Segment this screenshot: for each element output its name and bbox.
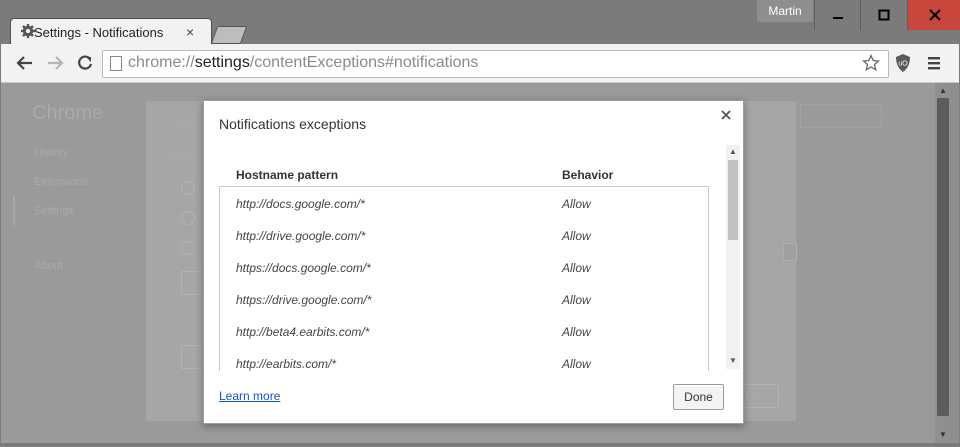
hostname-pattern: http://docs.google.com/*	[236, 197, 365, 211]
behavior-value: Allow	[562, 293, 591, 307]
behavior-value: Allow	[562, 261, 591, 275]
url-scheme: chrome://	[128, 54, 195, 71]
arrow-right-icon[interactable]	[44, 52, 66, 74]
url-host: settings	[194, 54, 250, 71]
minimize-icon	[815, 0, 861, 30]
sidebar-item-history[interactable]: History	[34, 147, 68, 159]
column-header-hostname: Hostname pattern	[236, 168, 339, 182]
behavior-value: Allow	[562, 325, 591, 339]
menu-icon[interactable]	[923, 52, 945, 74]
page-scrollbar-thumb[interactable]	[937, 98, 949, 416]
reload-icon[interactable]	[74, 52, 96, 74]
dialog-scroll-up-icon[interactable]: ▲	[729, 147, 737, 156]
behavior-value: Allow	[562, 197, 591, 211]
dialog-scroll-down-icon[interactable]: ▼	[729, 356, 737, 365]
profile-badge[interactable]: Martin	[757, 0, 813, 22]
close-icon	[908, 0, 960, 30]
dialog-scrollbar-thumb[interactable]	[728, 160, 738, 240]
hostname-pattern: https://docs.google.com/*	[236, 261, 371, 275]
radio-option-3[interactable]	[181, 241, 195, 255]
sidebar-item-about[interactable]: About	[34, 260, 63, 272]
sidebar-selected-indicator	[13, 196, 15, 226]
panel-title: Conte	[163, 116, 201, 132]
arrow-left-icon[interactable]	[14, 52, 36, 74]
table-row[interactable]: http://earbits.com/* Allow	[220, 348, 706, 380]
table-row[interactable]: http://beta4.earbits.com/* Allow	[220, 316, 706, 348]
scroll-down-icon[interactable]: ▼	[939, 430, 947, 439]
sidebar-title: Chrome	[32, 102, 104, 124]
url-text[interactable]: chrome://settings/contentExceptions#noti…	[128, 54, 478, 72]
behavior-value: Allow	[562, 357, 591, 371]
maximize-icon	[861, 0, 907, 30]
section-label: Notific	[163, 148, 200, 163]
table-row[interactable]: http://drive.google.com/* Allow	[220, 220, 706, 252]
scroll-up-icon[interactable]: ▲	[939, 86, 947, 95]
dialog-close-icon[interactable]	[721, 107, 731, 124]
star-icon[interactable]	[860, 52, 882, 74]
close-window-button[interactable]	[907, 0, 960, 30]
column-header-behavior: Behavior	[562, 168, 614, 182]
panel-close-icon[interactable]: ×	[778, 108, 786, 123]
hostname-pattern: https://drive.google.com/*	[236, 293, 372, 307]
background-done-button[interactable]: Done	[742, 384, 779, 408]
sidebar-item-extensions[interactable]: Extensions	[34, 176, 88, 188]
hostname-pattern: http://earbits.com/*	[236, 357, 337, 371]
panel-scroll-thumb[interactable]	[783, 243, 797, 261]
table-row[interactable]: https://docs.google.com/* Allow	[220, 252, 706, 284]
tab-close-icon[interactable]: ×	[186, 24, 194, 40]
behavior-value: Allow	[562, 229, 591, 243]
dialog-title: Notifications exceptions	[219, 116, 367, 132]
radio-option-1[interactable]	[181, 181, 195, 195]
manage-exceptions-button[interactable]: M	[181, 271, 202, 295]
page-icon	[110, 56, 122, 71]
search-settings-input[interactable]	[800, 104, 882, 128]
radio-option-2[interactable]	[181, 211, 195, 225]
hostname-pattern: http://drive.google.com/*	[236, 229, 366, 243]
extension-label: uO	[898, 61, 908, 68]
minimize-button[interactable]	[814, 0, 861, 30]
hostname-pattern: http://beta4.earbits.com/*	[236, 325, 370, 339]
manage-exceptions-button-2[interactable]: M	[181, 345, 202, 369]
done-button[interactable]: Done	[673, 384, 724, 410]
table-row[interactable]: https://drive.google.com/* Allow	[220, 284, 706, 316]
ublock-extension-icon[interactable]: uO	[892, 52, 914, 74]
table-row[interactable]: http://docs.google.com/* Allow	[220, 188, 706, 220]
learn-more-link[interactable]: Learn more	[219, 389, 280, 403]
url-path: /contentExceptions#notifications	[249, 54, 479, 71]
sidebar-item-settings[interactable]: Settings	[34, 205, 74, 217]
tab-title: Settings - Notifications	[34, 25, 164, 40]
section2-label: Fullscr	[163, 320, 202, 335]
maximize-button[interactable]	[860, 0, 907, 30]
